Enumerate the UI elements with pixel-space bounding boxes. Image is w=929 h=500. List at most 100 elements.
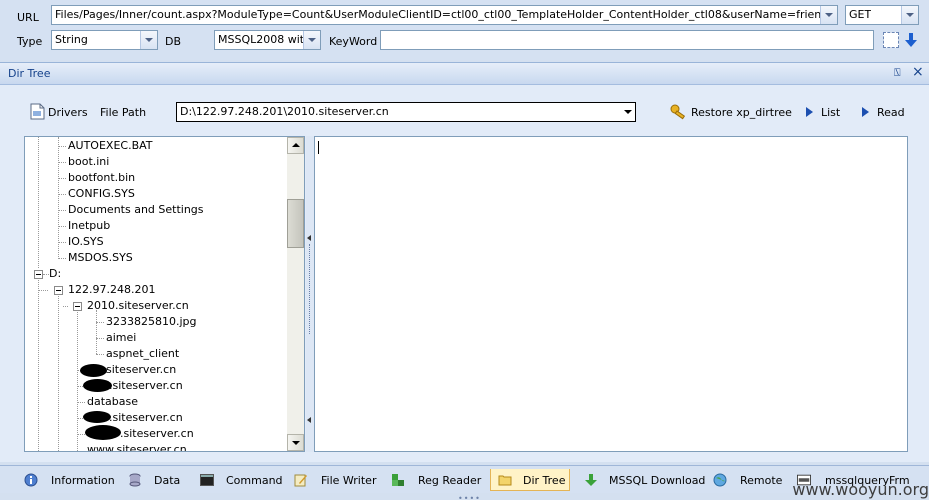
db-value[interactable]: MSSQL2008 with E [218,33,304,46]
db-label: DB [165,35,182,48]
drivers-icon [30,103,45,120]
tree-node[interactable]: AUTOEXEC.BAT [68,139,153,153]
drivers-label: Drivers [48,106,88,119]
tree-node[interactable]: aimei [106,331,136,345]
tab-data[interactable]: Data [124,469,186,491]
url-combobox[interactable]: Files/Pages/Inner/count.aspx?ModuleType=… [51,5,838,25]
tab-information[interactable]: Information [20,469,116,491]
tree-node[interactable]: www.siteserver.cn [87,443,187,451]
scroll-down-button[interactable] [287,434,304,451]
tree-node[interactable]: CONFIG.SYS [68,187,135,201]
globe-icon [713,473,727,487]
list-label: List [821,106,841,119]
tree-node[interactable]: bootfont.bin [68,171,135,185]
arrow-down-icon[interactable] [904,32,918,48]
tree-node[interactable]: 2010.siteserver.cn [87,299,189,313]
play-icon [862,107,869,117]
panel-title: Dir Tree [8,67,51,80]
type-value[interactable]: String [55,33,88,46]
parameter-bar: URL Files/Pages/Inner/count.aspx?ModuleT… [0,0,929,60]
dir-tree-panel: Dir Tree ⍂ × Drivers File Path D:\122.97… [0,62,929,462]
watermark: www.wooyun.org [792,480,929,499]
tree-node[interactable]: Documents and Settings [68,203,204,217]
tab-label: Reg Reader [418,474,482,487]
tree-vertical-scrollbar[interactable] [287,137,304,451]
tree-node[interactable]: Inetpub [68,219,110,233]
tab-label: Remote [740,474,783,487]
collapse-toggle[interactable] [54,286,63,295]
tab-remote[interactable]: Remote [709,469,784,491]
tab-label: MSSQL Download [609,474,706,487]
key-icon [670,104,686,120]
type-dropdown-button[interactable] [140,31,157,49]
tree-node[interactable]: .siteserver.cn [109,411,183,425]
url-dropdown-button[interactable] [820,6,837,24]
read-label: Read [877,106,905,119]
type-label: Type [17,35,43,48]
redaction-mark [85,425,121,440]
db-dropdown-button[interactable] [303,31,320,49]
tree-node[interactable]: aspnet_client [106,347,179,361]
splitter-grip [309,244,310,334]
tree-node[interactable]: IO.SYS [68,235,104,249]
info-icon [24,473,38,487]
tree-node[interactable]: MSDOS.SYS [68,251,133,265]
tree-node-drive[interactable]: D: [49,267,61,281]
tree-connector [38,137,39,268]
resize-grip[interactable]: •••• [458,494,481,500]
db-select[interactable]: MSSQL2008 with E [214,30,321,50]
close-icon[interactable]: × [912,64,924,80]
tree-connector [58,137,59,259]
panel-splitter[interactable] [306,136,314,452]
collapse-toggle[interactable] [73,302,82,311]
redaction-mark [80,364,107,377]
tree-node[interactable]: .siteserver.cn [109,379,183,393]
panel-header: Dir Tree ⍂ × [0,63,929,85]
directory-tree[interactable]: AUTOEXEC.BAT boot.ini bootfont.bin CONFI… [24,136,305,452]
tab-dir-tree[interactable]: Dir Tree [490,469,570,491]
tree-node[interactable]: siteserver.cn [106,363,176,377]
tab-command[interactable]: Command [196,469,283,491]
redaction-mark [83,411,111,423]
chevron-down-icon[interactable] [624,110,632,114]
file-content-textarea[interactable] [314,136,908,452]
list-button[interactable]: List [806,103,846,121]
method-select[interactable]: GET [845,5,919,25]
file-path-combobox[interactable]: D:\122.97.248.201\2010.siteserver.cn [176,102,636,122]
tree-node[interactable]: .siteserver.cn [120,427,194,441]
keyword-input[interactable] [380,30,874,50]
url-value[interactable]: Files/Pages/Inner/count.aspx?ModuleType=… [55,8,820,21]
restore-label: Restore xp_dirtree [691,106,792,119]
splitter-left-arrow[interactable] [307,235,311,241]
file-path-label: File Path [100,106,147,119]
tab-label: Information [51,474,115,487]
type-select[interactable]: String [51,30,158,50]
tab-label: Data [154,474,181,487]
pin-icon[interactable]: ⍂ [894,66,901,80]
read-button[interactable]: Read [862,103,907,121]
tab-mssql-download[interactable]: MSSQL Download [580,469,705,491]
url-label: URL [17,11,39,24]
tab-file-writer[interactable]: File Writer [290,469,378,491]
method-dropdown-button[interactable] [901,6,918,24]
reg-reader-icon [392,474,404,486]
splitter-left-arrow[interactable] [307,417,311,423]
tree-node[interactable]: 122.97.248.201 [68,283,155,297]
play-icon [806,107,813,117]
file-path-value[interactable]: D:\122.97.248.201\2010.siteserver.cn [180,105,389,118]
download-icon [585,474,597,486]
keyword-label: KeyWord [329,35,378,48]
tree-node[interactable]: 3233825810.jpg [106,315,197,329]
text-caret [318,141,319,154]
file-writer-icon [294,474,307,487]
grid-select-icon[interactable] [883,32,899,48]
tree-node[interactable]: database [87,395,138,409]
tab-reg-reader[interactable]: Reg Reader [387,469,481,491]
scroll-up-button[interactable] [287,137,304,154]
tab-label: Command [226,474,283,487]
tree-node[interactable]: boot.ini [68,155,109,169]
scroll-thumb[interactable] [287,199,304,248]
redaction-mark [83,379,112,392]
collapse-toggle[interactable] [34,270,43,279]
method-value[interactable]: GET [849,8,871,21]
